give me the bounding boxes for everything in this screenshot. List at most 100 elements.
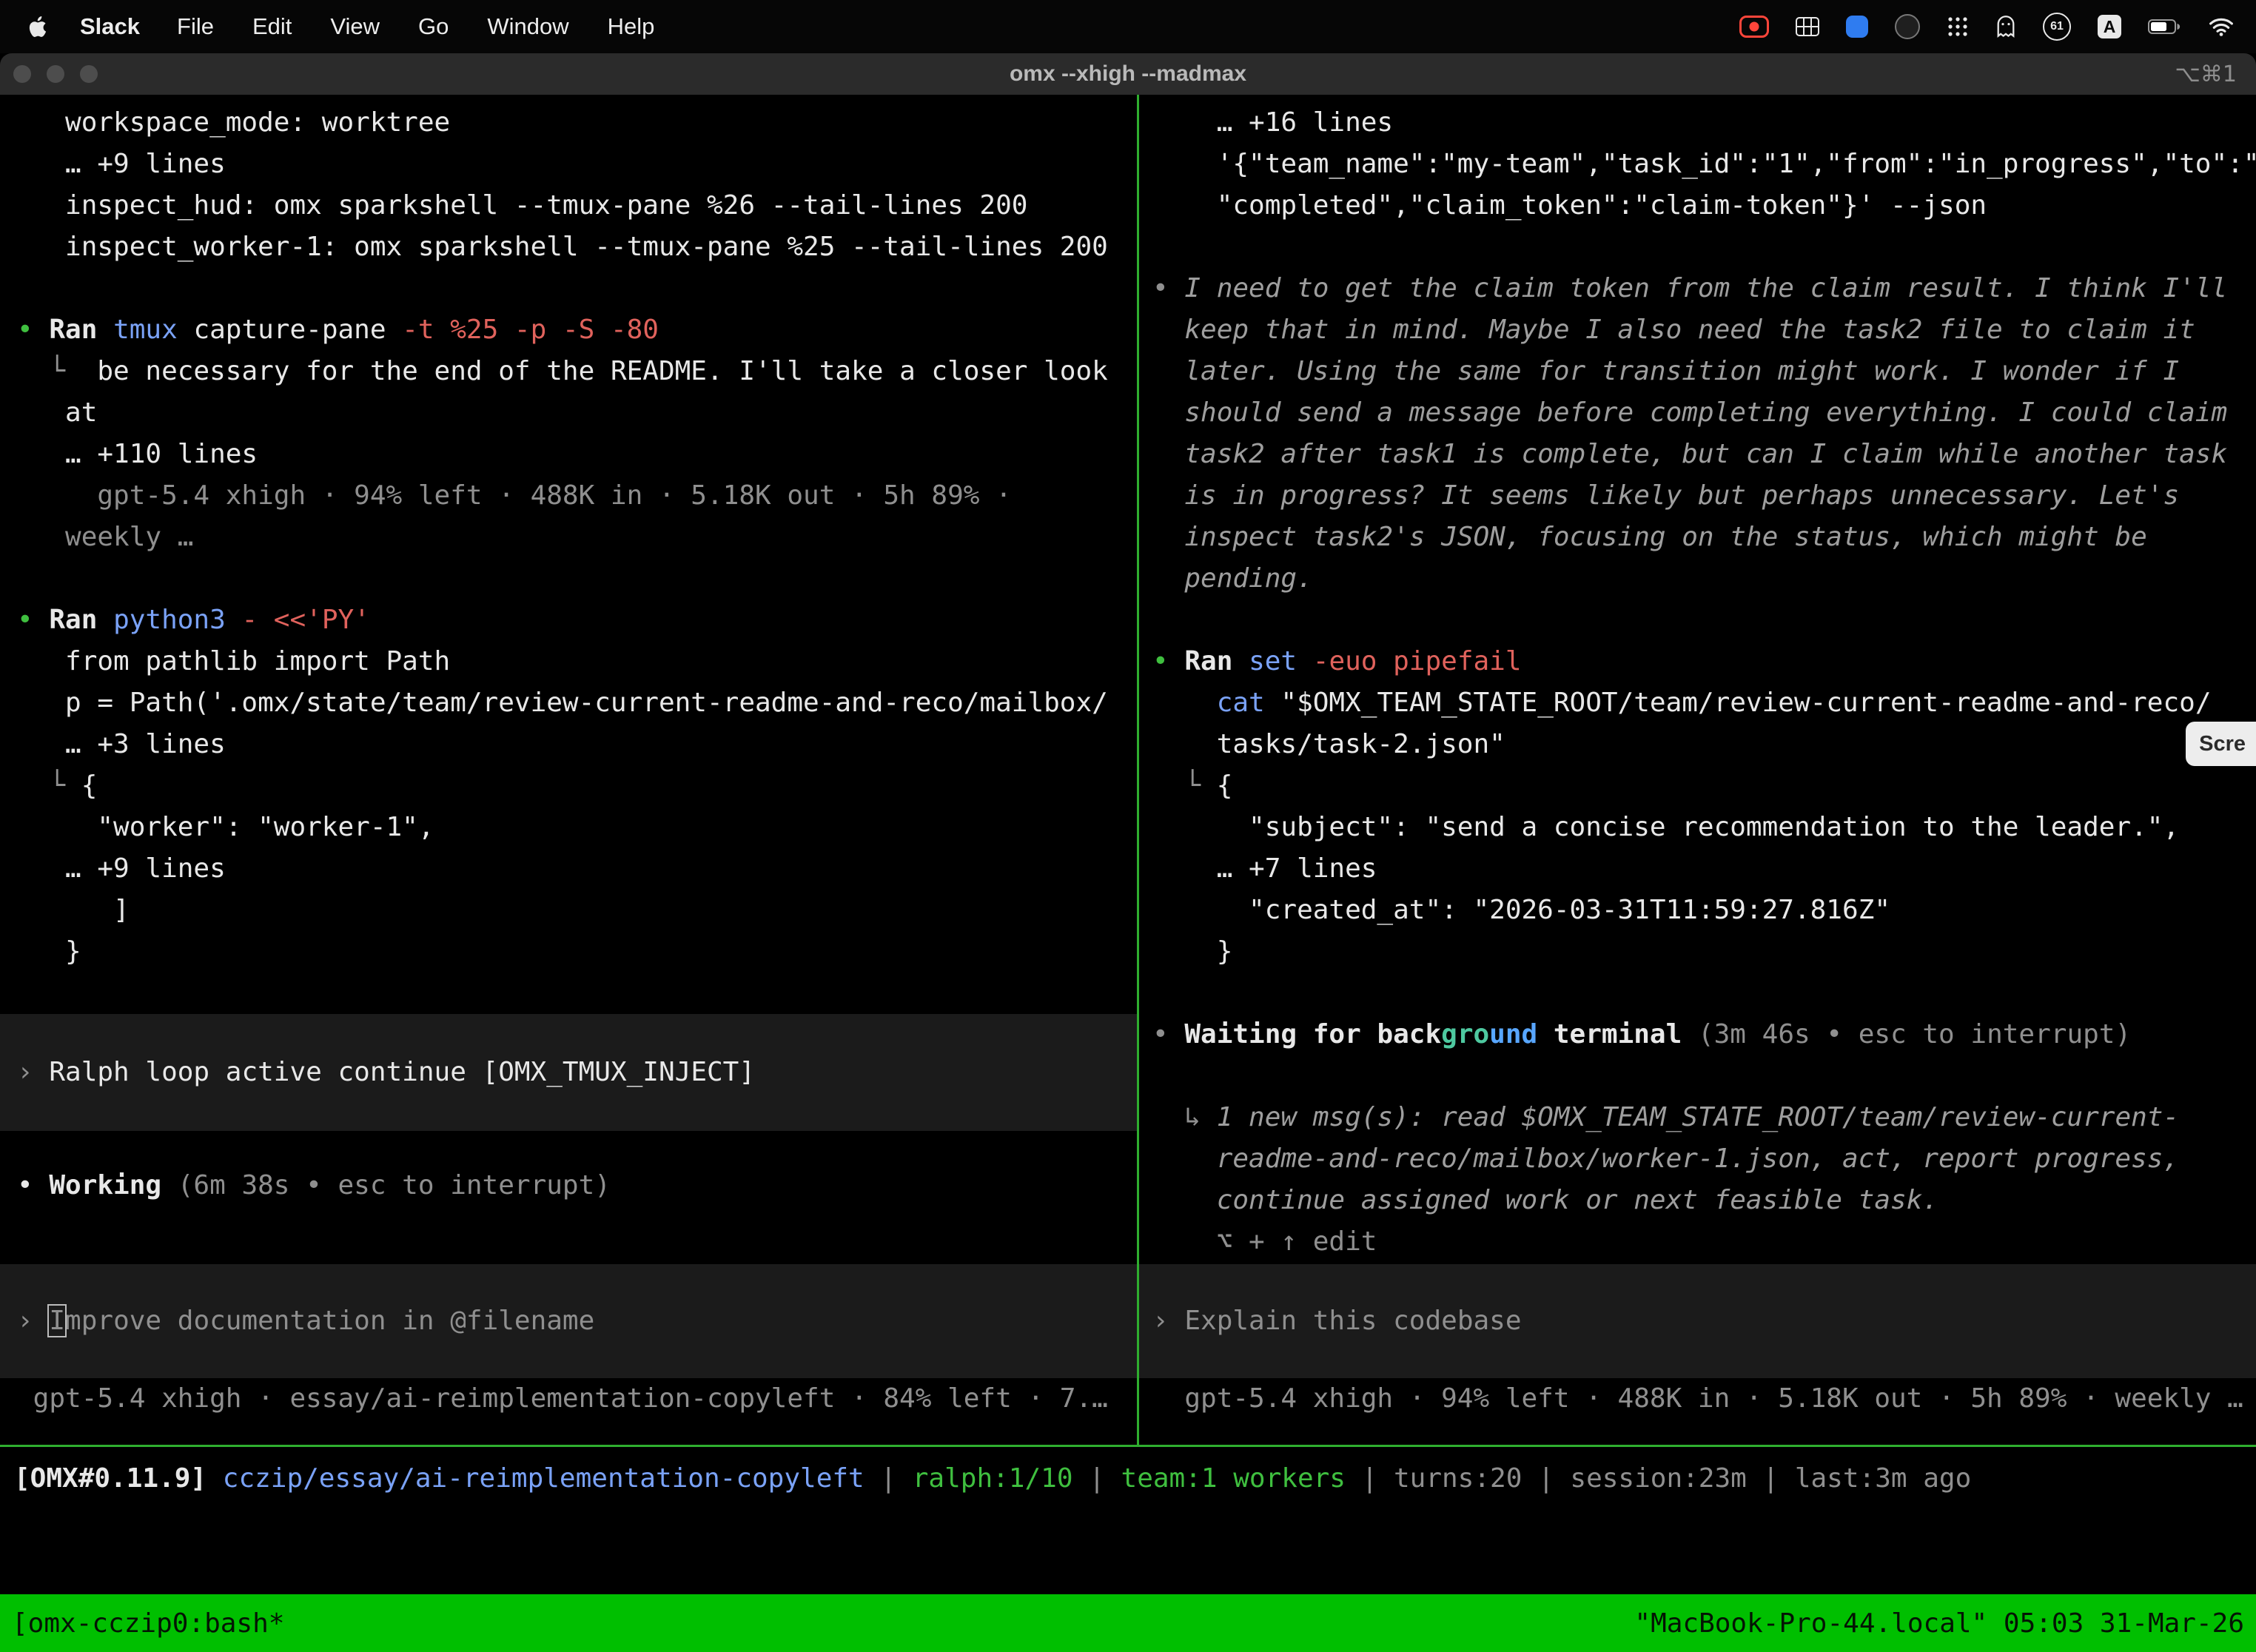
- terminal-pane-left[interactable]: workspace_mode: worktree … +9 lines insp…: [0, 95, 1137, 1445]
- close-button[interactable]: [13, 65, 31, 83]
- minimize-button[interactable]: [47, 65, 64, 83]
- text-segment: |: [865, 1463, 913, 1494]
- prompt-band[interactable]: › Improve documentation in @filename: [0, 1264, 1137, 1378]
- text-segment: workspace_mode: worktree: [17, 107, 450, 138]
- dark-app-icon[interactable]: [1895, 14, 1920, 39]
- text-segment: keep that in mind. Maybe I also need the…: [1152, 315, 2195, 345]
- text-segment: und: [1489, 1019, 1537, 1050]
- window-grid-icon[interactable]: [1796, 17, 1819, 36]
- terminal-line: inspect task2's JSON, focusing on the st…: [1139, 517, 2256, 558]
- text-segment: from pathlib import Path: [17, 646, 450, 676]
- text-segment: Ralph loop active continue [OMX_TMUX_INJ…: [49, 1057, 755, 1087]
- text-segment: capture-pane: [193, 315, 402, 345]
- terminal-line: [0, 973, 1137, 1014]
- prompt-line[interactable]: › Improve documentation in @filename: [0, 1300, 594, 1342]
- window-shortcut-hint: ⌥⌘1: [2175, 61, 2256, 87]
- terminal-line: continue assigned work or next feasible …: [1139, 1180, 2256, 1221]
- text-segment: •: [17, 315, 49, 345]
- terminal-line: ⌥ + ↑ edit: [1139, 1221, 2256, 1263]
- text-segment: tmux: [113, 315, 193, 345]
- terminal-line: weekly …: [0, 517, 1137, 558]
- text-segment: Explain this codebase: [1184, 1306, 1521, 1336]
- text-segment: {: [1217, 770, 1233, 801]
- menubar-item-window[interactable]: Window: [468, 13, 588, 40]
- text-segment: gpt-5.4 xhigh · 94% left · 488K in · 5.1…: [17, 480, 1012, 511]
- apple-menu-icon[interactable]: [22, 15, 62, 38]
- spacer: [0, 1131, 1137, 1165]
- terminal-line: … +16 lines: [1139, 102, 2256, 144]
- text-segment: Ran: [1184, 646, 1249, 676]
- battery-icon[interactable]: [2148, 19, 2182, 35]
- text-segment: I: [49, 1306, 65, 1336]
- text-segment: {: [81, 770, 98, 801]
- menubar-item-view[interactable]: View: [311, 13, 399, 40]
- terminal-line: '{"team_name":"my-team","task_id":"1","f…: [1139, 144, 2256, 185]
- wifi-icon[interactable]: [2209, 17, 2234, 37]
- terminal-pane-right[interactable]: … +16 lines '{"team_name":"my-team","tas…: [1139, 95, 2256, 1445]
- battery-percent-badge[interactable]: 61: [2043, 13, 2071, 41]
- text-segment: "worker": "worker-1",: [17, 812, 434, 842]
- terminal-line: pending.: [1139, 558, 2256, 600]
- terminal-line: }: [0, 931, 1137, 973]
- ghost-icon[interactable]: [1995, 15, 2016, 38]
- terminal-line: gpt-5.4 xhigh · essay/ai-reimplementatio…: [0, 1378, 1137, 1420]
- text-segment: inspect task2's JSON, focusing on the st…: [1152, 522, 2147, 552]
- text-segment: … +9 lines: [17, 853, 226, 884]
- tmux-status-bar: [omx-cczip0:bash* "MacBook-Pro-44.local"…: [0, 1594, 2256, 1652]
- terminal-line: keep that in mind. Maybe I also need the…: [1139, 309, 2256, 351]
- text-segment: gpt-5.4 xhigh · essay/ai-reimplementatio…: [17, 1383, 1108, 1414]
- prompt-band[interactable]: › Explain this codebase: [1139, 1264, 2256, 1378]
- text-segment: gpt-5.4 xhigh · 94% left · 488K in · 5.1…: [1152, 1383, 2243, 1414]
- terminal-window: omx --xhigh --madmax ⌥⌘1 workspace_mode:…: [0, 53, 2256, 1652]
- prompt-line[interactable]: › Explain this codebase: [1139, 1300, 1522, 1342]
- text-segment: at: [17, 397, 97, 428]
- apps-grid-icon[interactable]: [1947, 16, 1969, 38]
- text-segment: cat: [1217, 688, 1281, 718]
- text-segment: pending.: [1152, 563, 1313, 594]
- terminal-line: later. Using the same for transition mig…: [1139, 351, 2256, 392]
- terminal-line: task2 after task1 is complete, but can I…: [1139, 434, 2256, 475]
- terminal-line: is in progress? It seems likely but perh…: [1139, 475, 2256, 517]
- prompt-band[interactable]: › Ralph loop active continue [OMX_TMUX_I…: [0, 1014, 1137, 1131]
- window-titlebar[interactable]: omx --xhigh --madmax ⌥⌘1: [0, 53, 2256, 95]
- text-segment: ›: [17, 1057, 49, 1087]
- terminal-line: should send a message before completing …: [1139, 392, 2256, 434]
- text-segment: •: [1152, 273, 1184, 303]
- screenshot-tooltip: Scre: [2186, 722, 2256, 766]
- zoom-button[interactable]: [80, 65, 98, 83]
- text-segment: is in progress? It seems likely but perh…: [1152, 480, 2179, 511]
- text-segment: ralph:1/10: [913, 1463, 1073, 1494]
- text-segment: •: [1152, 1019, 1184, 1050]
- text-segment: ↳: [1152, 1102, 1217, 1132]
- screen-recording-icon[interactable]: [1739, 16, 1769, 38]
- terminal-line: tasks/task-2.json": [1139, 724, 2256, 765]
- terminal-line: • Waiting for background terminal (3m 46…: [1139, 1014, 2256, 1055]
- terminal-line: p = Path('.omx/state/team/review-current…: [0, 682, 1137, 724]
- text-segment: "created_at": "2026-03-31T11:59:27.816Z": [1152, 895, 1890, 925]
- input-source-icon[interactable]: A: [2098, 15, 2121, 38]
- terminal-line: "completed","claim_token":"claim-token"}…: [1139, 185, 2256, 226]
- text-segment: p = Path('.omx/state/team/review-current…: [17, 688, 1108, 718]
- text-segment: … +110 lines: [17, 439, 258, 469]
- menubar-item-edit[interactable]: Edit: [233, 13, 311, 40]
- text-segment: |: [1073, 1463, 1121, 1494]
- text-segment: ]: [17, 895, 130, 925]
- terminal-content[interactable]: workspace_mode: worktree … +9 lines insp…: [0, 95, 2256, 1447]
- prompt-line[interactable]: › Ralph loop active continue [OMX_TMUX_I…: [0, 1052, 755, 1093]
- terminal-line: "worker": "worker-1",: [0, 807, 1137, 848]
- text-segment: •: [17, 605, 49, 635]
- terminal-line: [0, 558, 1137, 600]
- menubar-item-file[interactable]: File: [158, 13, 233, 40]
- text-segment: "completed","claim_token":"claim-token"}…: [1152, 190, 1987, 221]
- tmux-session-label: [omx-cczip0:bash*: [12, 1608, 284, 1639]
- menubar-item-go[interactable]: Go: [399, 13, 468, 40]
- text-segment: cczip/essay/ai-reimplementation-copyleft: [223, 1463, 865, 1494]
- menubar-app-name[interactable]: Slack: [62, 13, 158, 40]
- spacer: [0, 1206, 1137, 1264]
- blue-app-icon[interactable]: [1846, 16, 1868, 38]
- terminal-line: • Ran tmux capture-pane -t %25 -p -S -80: [0, 309, 1137, 351]
- omx-status-line: [OMX#0.11.9] cczip/essay/ai-reimplementa…: [14, 1458, 2256, 1500]
- menubar-item-help[interactable]: Help: [588, 13, 674, 40]
- text-segment: later. Using the same for transition mig…: [1152, 356, 2179, 386]
- text-segment: }: [17, 936, 81, 967]
